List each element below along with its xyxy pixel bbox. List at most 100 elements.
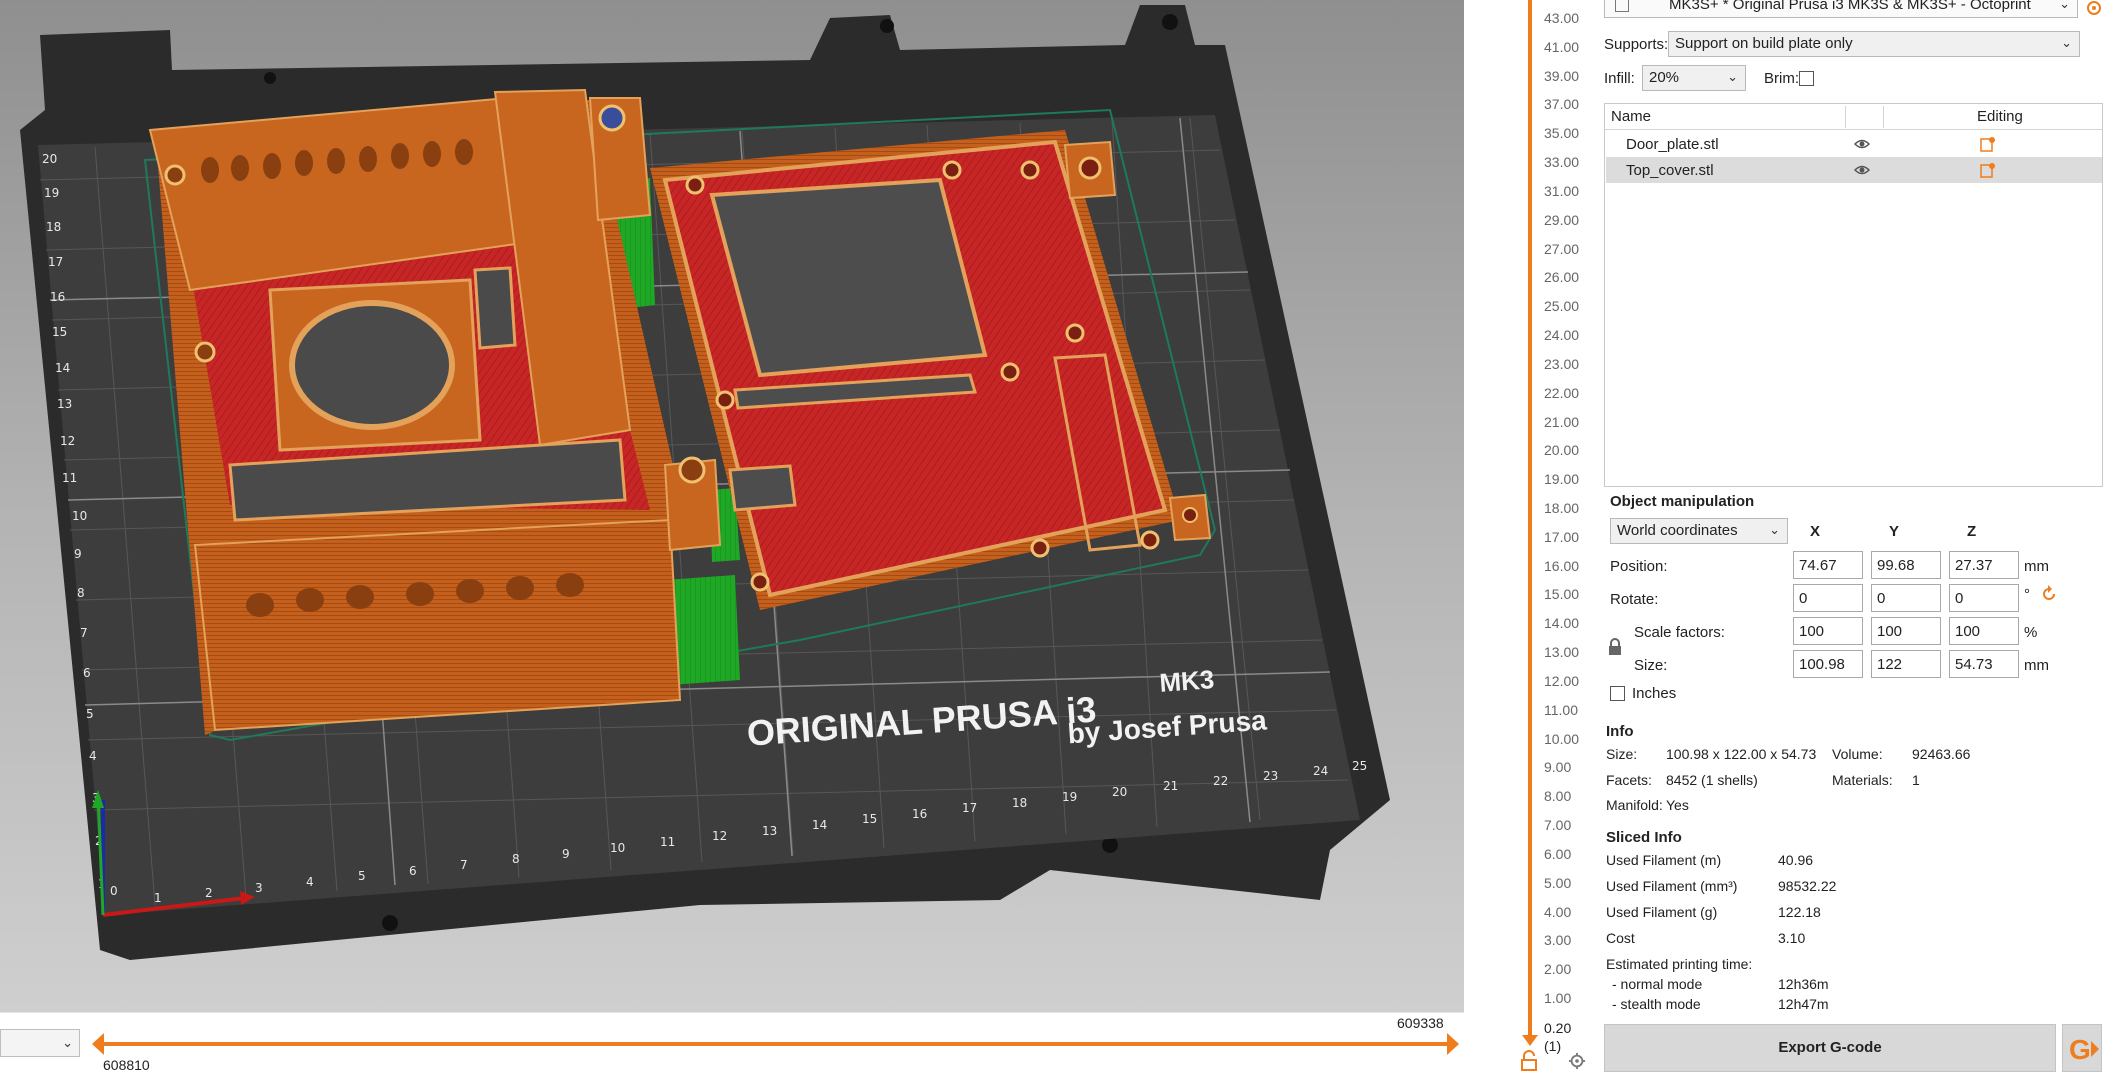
view-type-combo[interactable]: ⌄ [0,1029,80,1057]
y-tick: 4 [89,749,97,763]
size-x-input[interactable]: 100.98 [1793,650,1863,678]
edit-settings-icon[interactable] [1980,136,1996,152]
layer-slider-lower-thumb[interactable] [1522,1035,1538,1046]
layer-height-label: 14.00 [1544,615,1580,631]
prusaslicer-window: 20 19 18 17 16 15 14 13 12 11 10 9 8 7 6… [0,0,2105,1080]
size-label: Size: [1634,657,1668,674]
info-manifold-value: Yes [1666,797,1689,813]
export-gcode-button[interactable]: Export G-code [1604,1024,2056,1072]
col-name-header[interactable]: Name [1611,108,1651,125]
send-gcode-button[interactable]: G [2062,1024,2102,1072]
supports-combo[interactable]: Support on build plate only ⌄ [1668,31,2080,57]
brim-checkbox[interactable] [1799,71,1814,86]
brim-label: Brim: [1764,70,1799,87]
used-filament-g-value: 122.18 [1778,904,1821,920]
layer-slider: 43.00 41.00 39.00 37.00 35.00 33.00 31.00 29.00… [1464,0,1600,1080]
coordinate-system-combo[interactable]: World coordinates ⌄ [1610,518,1788,544]
layer-height-label: 1.00 [1544,990,1572,1006]
object-row-top-cover[interactable]: Top_cover.stl [1606,157,2102,183]
x-tick: 16 [912,807,927,821]
y-tick: 18 [46,220,61,234]
layer-height-label: 12.00 [1544,673,1580,689]
rotate-x-input[interactable]: 0 [1793,584,1863,612]
scale-x-input[interactable]: 100 [1793,617,1863,645]
position-x-input[interactable]: 74.67 [1793,551,1863,579]
scale-label: Scale factors: [1634,624,1725,641]
layer-lower-height: 0.20 [1544,1020,1572,1036]
lock-icon[interactable] [1520,1050,1538,1072]
infill-combo[interactable]: 20% ⌄ [1642,65,1746,91]
x-tick: 12 [712,829,727,843]
gcode-move-slider-bar: ⌄ 608810 609338 [0,1012,1464,1080]
position-z-input[interactable]: 27.37 [1949,551,2019,579]
uniform-scale-lock-icon[interactable] [1608,638,1622,656]
axis-z-header: Z [1967,523,1977,540]
info-size-value: 100.98 x 122.00 x 54.73 [1666,746,1817,762]
gear-icon[interactable] [1568,1052,1586,1070]
slider-upper-thumb[interactable] [1447,1033,1459,1055]
layer-height-label: 43.00 [1544,10,1580,26]
scale-y-input[interactable]: 100 [1871,617,1941,645]
horizontal-move-slider[interactable] [94,1042,1458,1046]
layer-height-label: 3.00 [1544,932,1572,948]
layer-height-label: 6.00 [1544,846,1572,862]
x-tick: 5 [358,869,366,883]
x-tick: 21 [1163,779,1178,793]
3d-preview-canvas[interactable]: 20 19 18 17 16 15 14 13 12 11 10 9 8 7 6… [0,0,1464,1012]
info-title: Info [1606,723,1634,740]
layer-height-label: 39.00 [1544,68,1580,84]
layer-height-label: 11.00 [1544,702,1578,718]
supports-label: Supports: [1604,36,1669,53]
layer-height-label: 2.00 [1544,961,1572,977]
layer-height-label: 23.00 [1544,356,1580,372]
supports-value: Support on build plate only [1675,35,1853,52]
infill-value: 20% [1649,69,1680,86]
y-tick: 17 [48,255,63,269]
layer-height-label: 21.00 [1544,414,1580,430]
x-tick: 24 [1313,764,1328,778]
axis-y-header: Y [1889,523,1900,540]
scale-z-input[interactable]: 100 [1949,617,2019,645]
x-tick: 2 [205,886,213,900]
svg-text:G: G [2069,1034,2091,1065]
reset-rotation-icon[interactable] [2040,585,2058,603]
size-z-input[interactable]: 54.73 [1949,650,2019,678]
used-filament-m-label: Used Filament (m) [1606,852,1722,868]
cost-label: Cost [1606,930,1635,946]
stealth-mode-label: - stealth mode [1612,996,1701,1012]
visibility-eye-icon[interactable] [1854,137,1870,151]
info-facets-label: Facets: [1606,772,1652,788]
layer-height-label: 7.00 [1544,817,1572,833]
stealth-mode-value: 12h47m [1778,996,1829,1012]
printer-settings-gear-icon[interactable] [2084,0,2104,18]
inches-checkbox[interactable] [1610,686,1625,701]
x-tick: 19 [1062,790,1077,804]
object-row-door-plate[interactable]: Door_plate.stl [1606,131,2102,157]
x-tick: 3 [255,881,263,895]
layer-height-label: 35.00 [1544,125,1580,141]
x-tick: 23 [1263,769,1278,783]
y-tick: 12 [60,434,75,448]
slider-lower-thumb[interactable] [92,1033,104,1055]
edit-settings-icon[interactable] [1980,162,1996,178]
visibility-eye-icon[interactable] [1854,163,1870,177]
info-materials-value: 1 [1912,772,1920,788]
info-volume-value: 92463.66 [1912,746,1971,762]
chevron-down-icon: ⌄ [1769,522,1780,537]
layer-slider-track[interactable] [1528,0,1532,1040]
chevron-down-icon: ⌄ [2059,0,2070,11]
x-tick: 6 [409,864,417,878]
x-tick: 9 [562,847,570,861]
bed-brand-model: MK3 [1158,664,1215,698]
position-y-input[interactable]: 99.68 [1871,551,1941,579]
x-tick: 13 [762,824,777,838]
y-tick: 16 [50,290,65,304]
col-editing-header[interactable]: Editing [1977,108,2023,125]
size-y-input[interactable]: 122 [1871,650,1941,678]
slider-lower-value: 608810 [103,1057,150,1073]
printer-preset-combo[interactable]: MK3S+ * Original Prusa i3 MK3S & MK3S+ -… [1604,0,2078,18]
layer-height-label: 18.00 [1544,500,1580,516]
used-filament-g-label: Used Filament (g) [1606,904,1718,920]
rotate-y-input[interactable]: 0 [1871,584,1941,612]
rotate-z-input[interactable]: 0 [1949,584,2019,612]
